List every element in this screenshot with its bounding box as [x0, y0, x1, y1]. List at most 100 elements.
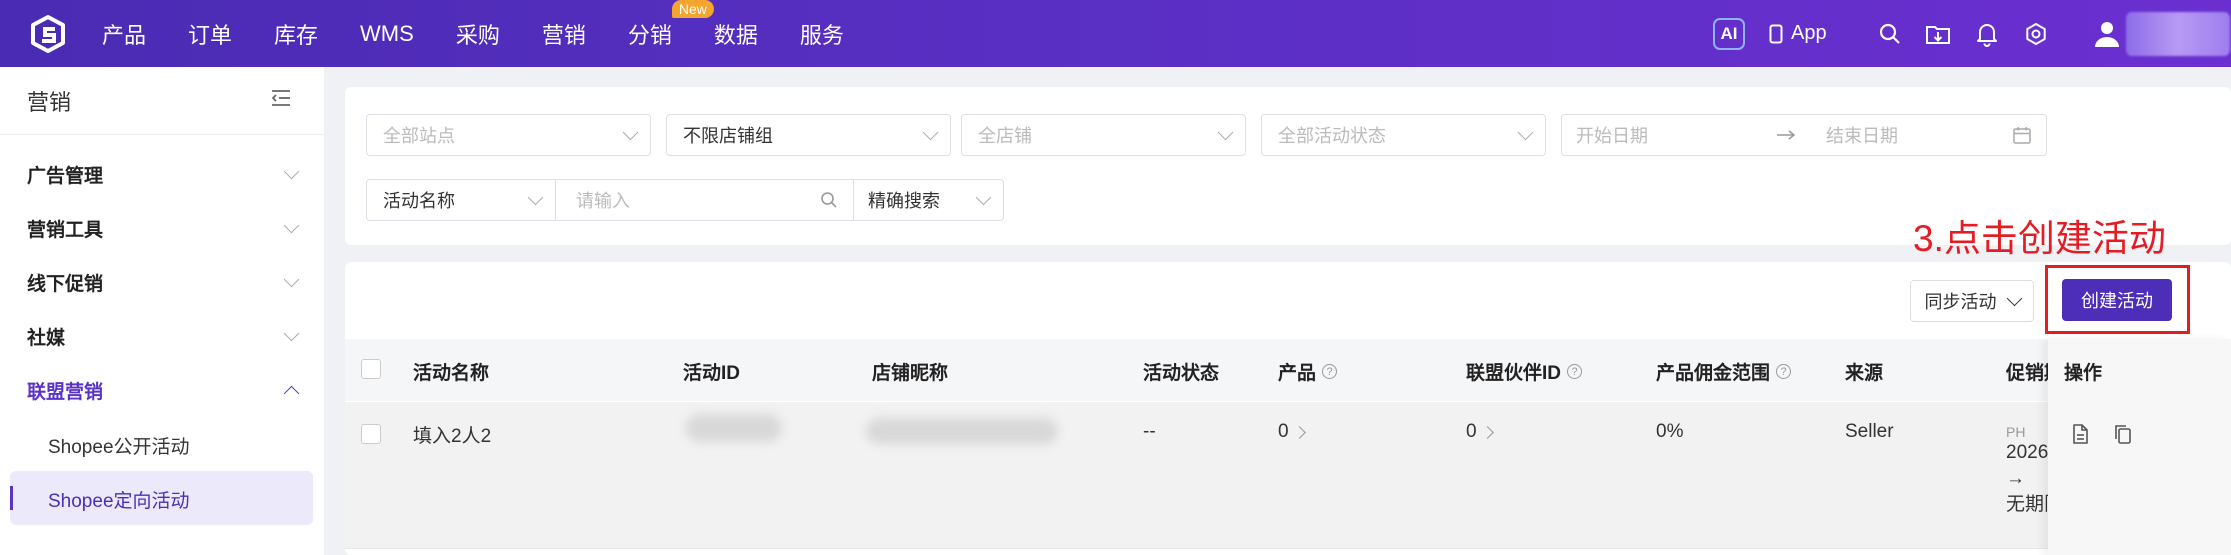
chevron-down-icon — [283, 163, 300, 179]
column-header-products: 产品 ? — [1278, 358, 1338, 385]
user-menu[interactable] — [2094, 0, 2230, 67]
cell-products[interactable]: 0 — [1278, 421, 1306, 443]
phone-icon — [1769, 24, 1783, 43]
shop-group-select[interactable]: 不限店铺组 — [666, 114, 951, 156]
row-checkbox[interactable] — [361, 424, 381, 444]
column-header-commission: 产品佣金范围 ? — [1656, 358, 1792, 385]
search-input-placeholder: 请输入 — [576, 191, 630, 211]
search-input[interactable]: 请输入 — [556, 180, 854, 220]
status-select[interactable]: 全部活动状态 — [1261, 114, 1546, 156]
sync-activities-button[interactable]: 同步活动 — [1910, 280, 2034, 322]
sidebar-title: 营销 — [27, 90, 72, 115]
nav-item-inventory[interactable]: 库存 — [274, 18, 318, 50]
sidebar-group-label: 广告管理 — [27, 165, 104, 187]
chevron-right-icon — [1480, 425, 1494, 439]
column-header-operations: 操作 — [2064, 363, 2103, 384]
nav-item-services[interactable]: 服务 — [800, 18, 844, 50]
cell-products-value: 0 — [1278, 421, 1289, 442]
chevron-down-icon — [1217, 124, 1234, 140]
nav-item-orders[interactable]: 订单 — [188, 18, 232, 50]
search-mode-value: 精确搜索 — [868, 191, 940, 211]
highlight-box — [2045, 265, 2190, 334]
search-field-select[interactable]: 活动名称 — [367, 180, 556, 220]
user-icon — [2095, 21, 2119, 47]
view-detail-icon[interactable] — [2069, 423, 2091, 445]
column-header-partner-id: 联盟伙伴ID ? — [1466, 358, 1583, 385]
sidebar: 营销 广告管理 营销工具 线下促销 社媒 联盟营销 Shopee公开活动 Sho… — [0, 67, 324, 555]
chevron-down-icon — [2006, 290, 2022, 306]
row-divider — [345, 548, 2231, 549]
sidebar-group-ads[interactable]: 广告管理 — [27, 159, 300, 189]
cell-partner-id-value: 0 — [1466, 421, 1477, 442]
sidebar-group-label: 社媒 — [27, 327, 66, 349]
nav-item-products[interactable]: 产品 — [102, 18, 146, 50]
chevron-down-icon — [283, 217, 300, 233]
app-logo-icon[interactable] — [28, 14, 68, 54]
sidebar-item-shopee-targeted[interactable]: Shopee定向活动 — [48, 486, 190, 513]
shop-nickname-blurred — [866, 418, 1058, 444]
name-search-combo: 活动名称 请输入 精确搜索 — [366, 179, 1004, 221]
sidebar-divider — [0, 134, 324, 135]
end-date-input[interactable]: 结束日期 — [1826, 122, 2012, 148]
nav-item-wms[interactable]: WMS — [360, 21, 414, 47]
main-nav: 产品 订单 库存 WMS 采购 营销 分销 New 数据 服务 — [102, 0, 886, 67]
step-annotation: 3.点击创建活动 — [1913, 218, 2166, 259]
folder-download-icon — [1926, 25, 1950, 44]
sidebar-group-affiliate-marketing[interactable]: 联盟营销 — [27, 375, 300, 405]
help-icon[interactable]: ? — [1322, 364, 1338, 379]
download-folder-button[interactable] — [1924, 0, 1952, 67]
shop-group-value: 不限店铺组 — [683, 126, 773, 146]
search-button[interactable] — [1876, 0, 1904, 67]
column-header-promo-period: 促销期 — [2006, 363, 2048, 384]
sidebar-group-marketing-tools[interactable]: 营销工具 — [27, 213, 300, 243]
user-name-blurred — [2126, 11, 2230, 56]
column-header-label: 产品 — [1278, 363, 1317, 384]
ai-badge: AI — [1713, 17, 1745, 50]
help-icon[interactable]: ? — [1776, 364, 1792, 379]
sidebar-group-offline-promo[interactable]: 线下促销 — [27, 267, 300, 297]
column-header-source: 来源 — [1845, 363, 1884, 384]
gear-icon — [2026, 22, 2046, 45]
ai-button[interactable]: AI — [1713, 0, 1745, 67]
new-badge: New — [671, 0, 714, 18]
settings-button[interactable] — [2022, 0, 2050, 67]
cell-source: Seller — [1845, 421, 1894, 442]
chevron-right-icon — [1292, 425, 1306, 439]
chevron-up-icon — [283, 385, 300, 401]
bell-icon — [1977, 23, 1997, 47]
sidebar-group-label: 营销工具 — [27, 219, 104, 241]
chevron-down-icon — [527, 189, 544, 205]
cell-status: -- — [1143, 421, 1156, 442]
search-mode-select[interactable]: 精确搜索 — [854, 180, 1003, 220]
activity-id-blurred — [686, 414, 782, 442]
nav-item-distribution-label: 分销 — [627, 22, 672, 48]
date-range-picker[interactable]: 开始日期 结束日期 — [1561, 114, 2047, 156]
notifications-button[interactable] — [1973, 0, 2001, 67]
select-all-checkbox[interactable] — [361, 359, 381, 379]
sidebar-group-social-media[interactable]: 社媒 — [27, 321, 300, 351]
app-label: App — [1791, 22, 1827, 44]
sidebar-group-label: 线下促销 — [27, 273, 104, 295]
copy-icon[interactable] — [2112, 423, 2134, 445]
sidebar-item-shopee-public[interactable]: Shopee公开活动 — [48, 432, 190, 459]
cell-partner-id[interactable]: 0 — [1466, 421, 1494, 443]
start-date-input[interactable]: 开始日期 — [1576, 122, 1776, 148]
column-header-name: 活动名称 — [413, 363, 490, 384]
nav-item-distribution[interactable]: 分销 New — [627, 0, 714, 50]
chevron-down-icon — [622, 124, 639, 140]
search-icon[interactable] — [819, 190, 839, 210]
column-header-label: 产品佣金范围 — [1656, 363, 1771, 384]
status-select-value: 全部活动状态 — [1278, 126, 1386, 146]
sidebar-group-label: 联盟营销 — [27, 381, 104, 403]
collapse-sidebar-icon[interactable] — [270, 89, 292, 107]
site-select[interactable]: 全部站点 — [366, 114, 651, 156]
nav-item-marketing[interactable]: 营销 — [542, 18, 586, 50]
nav-item-purchasing[interactable]: 采购 — [456, 18, 500, 50]
sidebar-active-indicator — [10, 486, 13, 510]
column-header-label: 联盟伙伴ID — [1466, 363, 1562, 384]
nav-item-data[interactable]: 数据 — [714, 18, 758, 50]
help-icon[interactable]: ? — [1567, 364, 1583, 379]
column-header-status: 活动状态 — [1143, 363, 1220, 384]
app-link[interactable]: App — [1769, 0, 1827, 67]
shop-select[interactable]: 全店铺 — [961, 114, 1246, 156]
